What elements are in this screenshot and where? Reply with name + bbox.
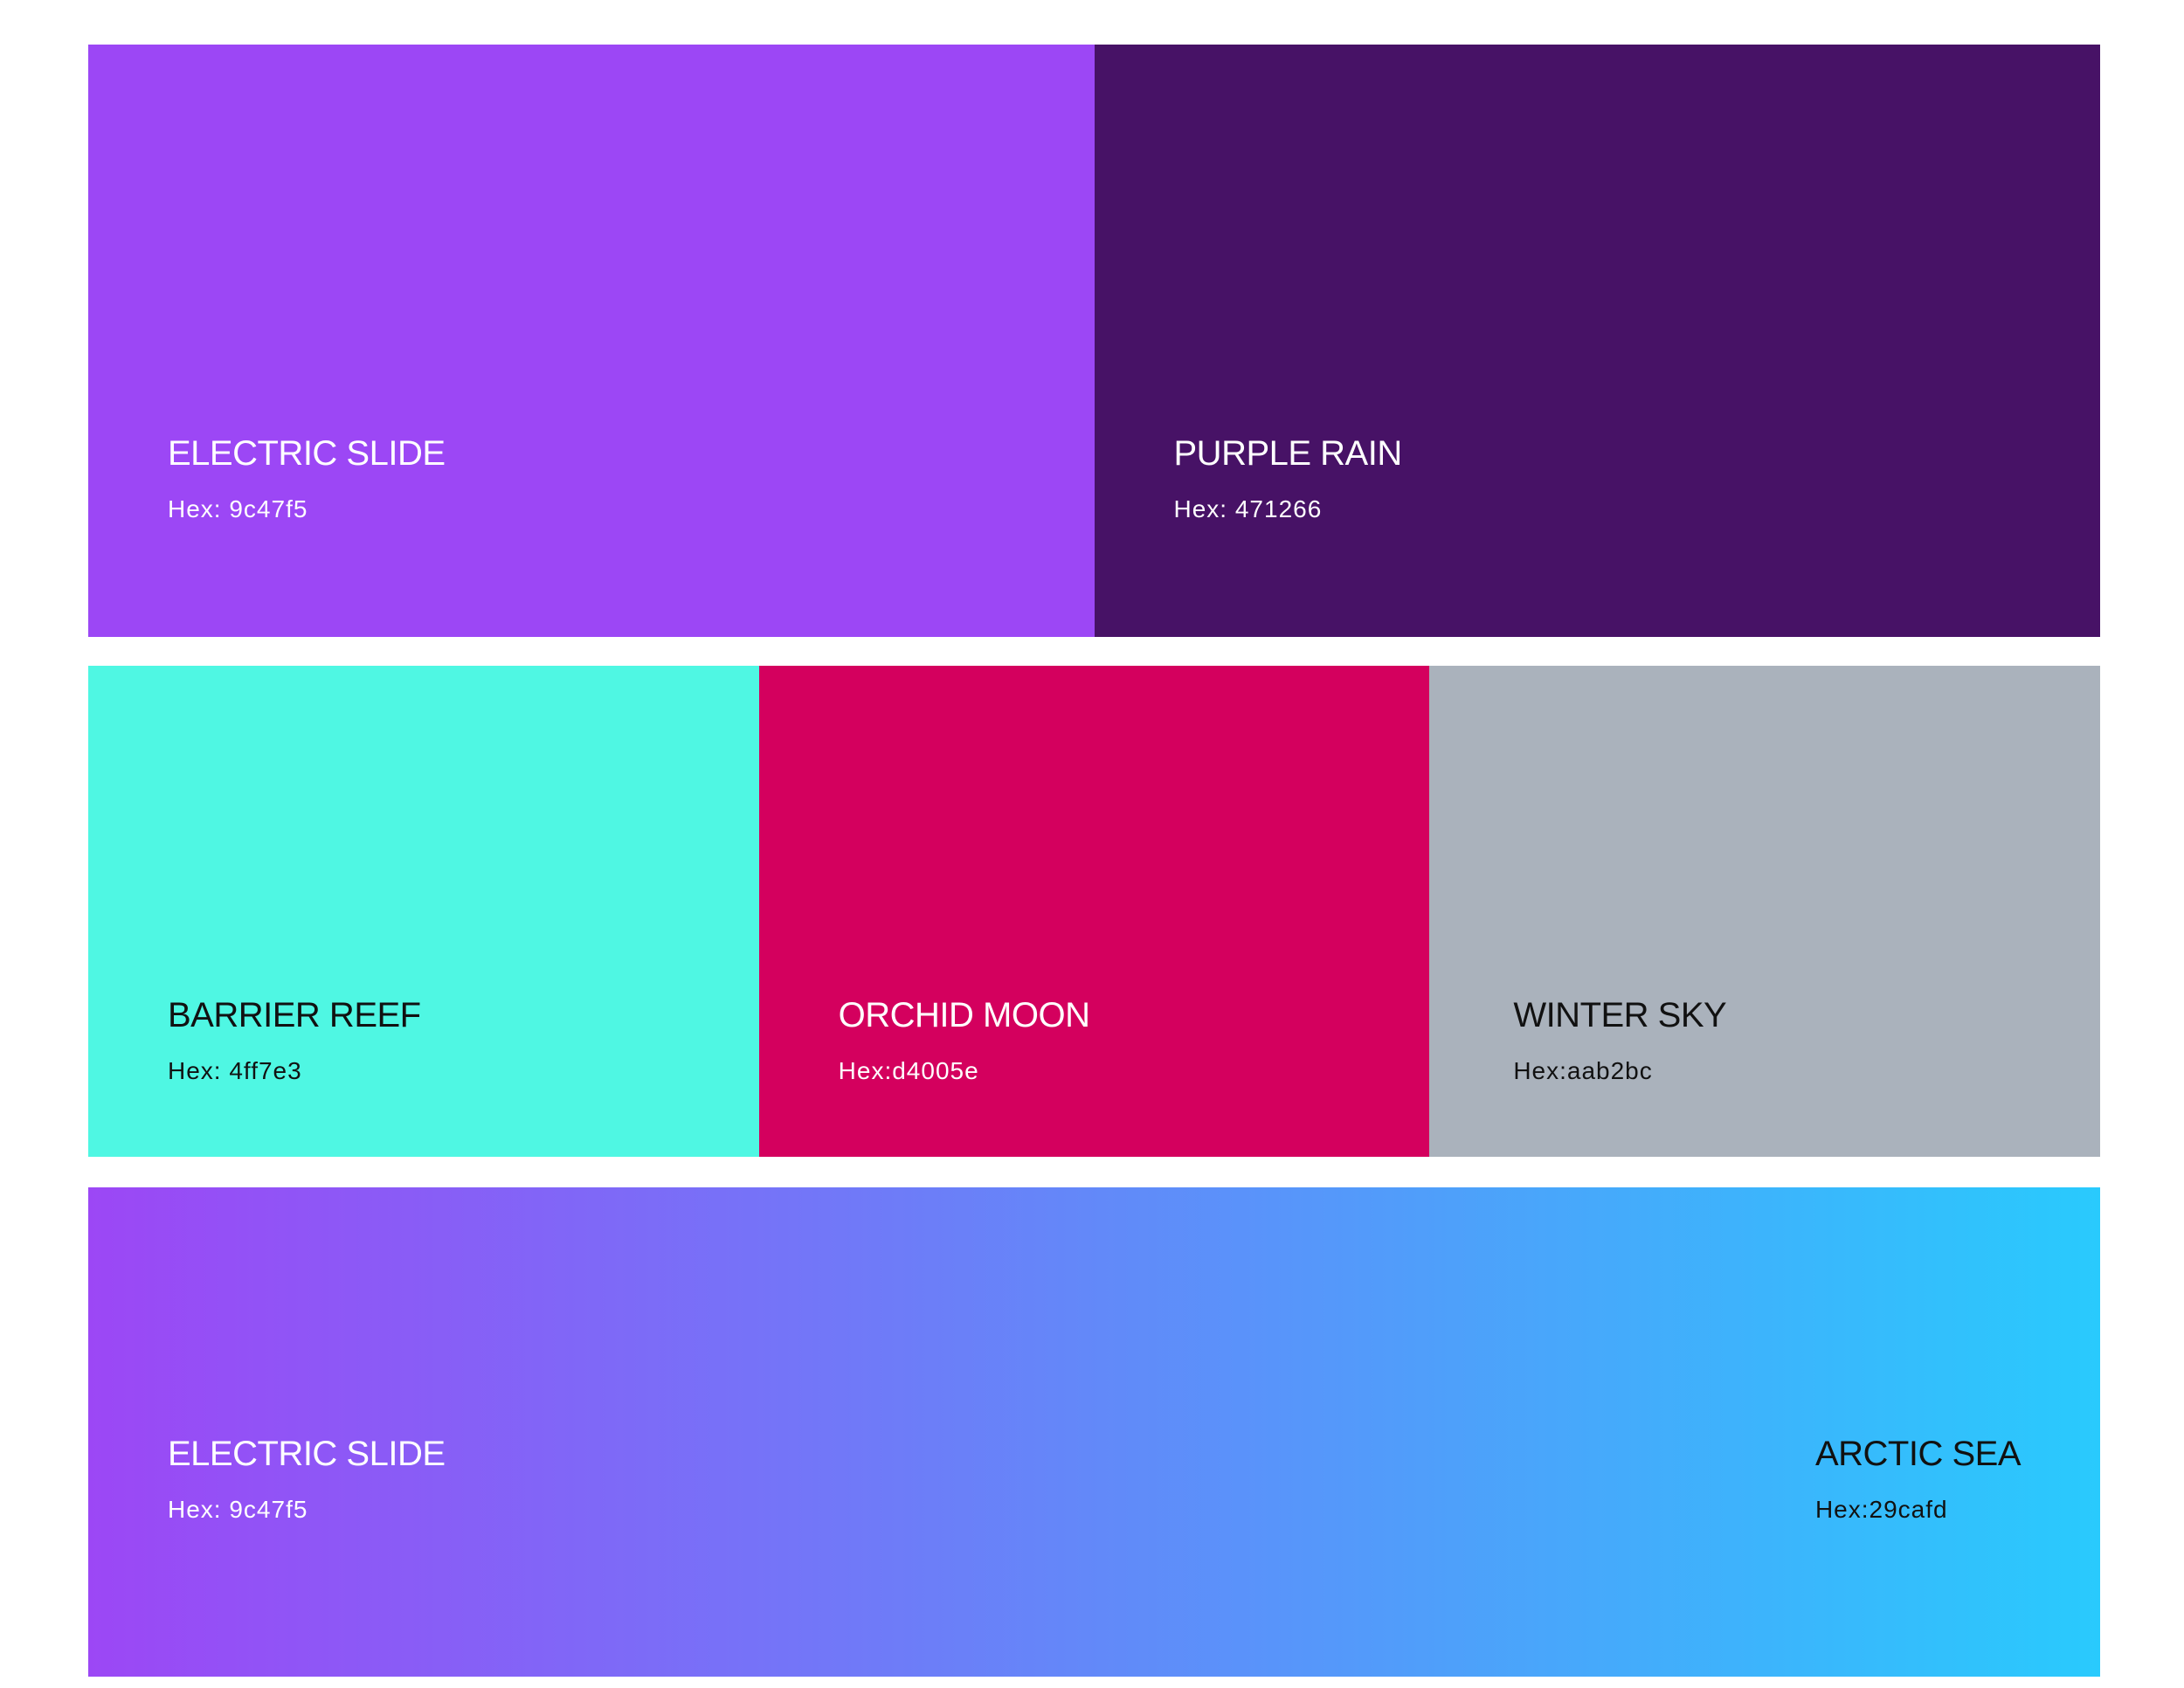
- palette-row-3: ELECTRIC SLIDE Hex: 9c47f5 ARCTIC SEA He…: [88, 1187, 2100, 1677]
- swatch-hex-code: Hex:d4005e: [838, 1057, 979, 1084]
- gradient-end-name: ARCTIC SEA: [1814, 1435, 2022, 1473]
- swatch-purple-rain: PURPLE RAIN Hex: 471266: [1094, 45, 2100, 637]
- swatch-orchid-moon: ORCHID MOON Hex:d4005e: [758, 666, 1430, 1157]
- swatch-name: ELECTRIC SLIDE: [168, 434, 446, 473]
- swatch-barrier-reef: BARRIER REEF Hex: 4ff7e3: [88, 666, 759, 1157]
- gradient-swatch: ELECTRIC SLIDE Hex: 9c47f5 ARCTIC SEA He…: [88, 1187, 2100, 1677]
- swatch-hex-code: Hex:aab2bc: [1513, 1057, 1653, 1084]
- gradient-end-hex-code: Hex:29cafd: [1814, 1496, 1948, 1523]
- color-palette: ELECTRIC SLIDE Hex: 9c47f5 PURPLE RAIN H…: [0, 0, 2184, 1688]
- swatch-name: PURPLE RAIN: [1173, 434, 1403, 473]
- swatch-name: WINTER SKY: [1513, 996, 1727, 1034]
- swatch-hex-code: Hex: 471266: [1173, 495, 1323, 522]
- swatch-electric-slide: ELECTRIC SLIDE Hex: 9c47f5: [88, 45, 1095, 637]
- swatch-name: ORCHID MOON: [838, 996, 1090, 1034]
- swatch-name: BARRIER REEF: [168, 996, 421, 1034]
- gradient-start-hex-code: Hex: 9c47f5: [168, 1496, 308, 1523]
- palette-row-2: BARRIER REEF Hex: 4ff7e3 ORCHID MOON Hex…: [88, 666, 2100, 1157]
- swatch-hex-code: Hex: 4ff7e3: [168, 1057, 302, 1084]
- palette-row-1: ELECTRIC SLIDE Hex: 9c47f5 PURPLE RAIN H…: [88, 45, 2100, 637]
- gradient-start-name: ELECTRIC SLIDE: [168, 1435, 446, 1473]
- swatch-winter-sky: WINTER SKY Hex:aab2bc: [1429, 666, 2100, 1157]
- swatch-hex-code: Hex: 9c47f5: [168, 495, 308, 522]
